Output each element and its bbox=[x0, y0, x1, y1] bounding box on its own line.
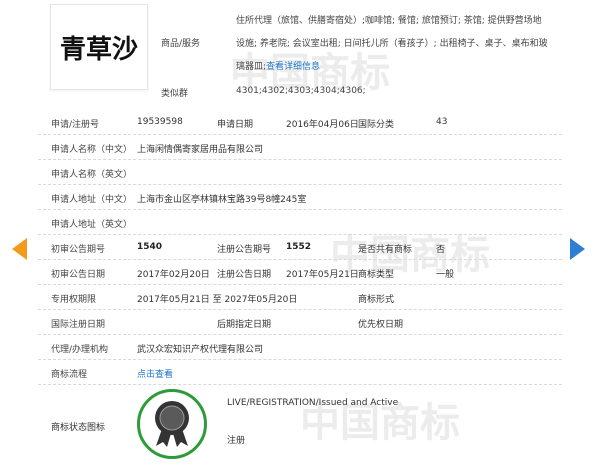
row-process: 商标流程 点击查看 bbox=[38, 360, 562, 385]
prelim-date-label: 初审公告日期 bbox=[51, 270, 106, 280]
status-label: 商标状态图标 bbox=[51, 423, 106, 433]
row-announce-dates: 初审公告日期 2017年02月20日 注册公告日期 2017年05月21日 商标… bbox=[38, 260, 562, 285]
address-cn-label: 申请人地址（中文） bbox=[51, 195, 133, 205]
agent-value: 武汉众宏知识产权代理有限公司 bbox=[137, 345, 264, 355]
reg-date-label: 注册公告日期 bbox=[217, 270, 272, 280]
address-en-label: 申请人地址（英文） bbox=[51, 220, 133, 230]
similar-group-value: 4301;4302;4303;4304;4306; bbox=[236, 86, 366, 96]
row-agent: 代理/办理机构 武汉众宏知识产权代理有限公司 bbox=[38, 335, 562, 360]
exclusive-label: 专用权期限 bbox=[51, 295, 97, 305]
prelim-date-value: 2017年02月20日 bbox=[137, 270, 210, 280]
status-section: 商标状态图标 LIVE/REGISTRATION/Issued and Acti… bbox=[38, 385, 562, 467]
app-date-value: 2016年04月06日 bbox=[286, 120, 359, 130]
reg-no-value: 19539598 bbox=[137, 117, 183, 127]
reg-no-label: 申请/注册号 bbox=[51, 120, 100, 130]
prelim-issue-label: 初审公告期号 bbox=[51, 245, 106, 255]
row-address-en: 申请人地址（英文） bbox=[38, 210, 562, 235]
row-issue-numbers: 初审公告期号 1540 注册公告期号 1552 是否共有商标 否 bbox=[38, 235, 562, 260]
reg-date-value: 2017年05月21日 bbox=[286, 270, 359, 280]
agent-label: 代理/办理机构 bbox=[51, 345, 109, 355]
shared-label: 是否共有商标 bbox=[358, 245, 413, 255]
status-text: LIVE/REGISTRATION/Issued and Active bbox=[227, 398, 399, 408]
applicant-en-label: 申请人名称（英文） bbox=[51, 170, 133, 180]
row-applicant-cn: 申请人名称（中文） 上海闲情偶寄家居用品有限公司 bbox=[38, 135, 562, 160]
goods-label: 商品/服务 bbox=[161, 39, 201, 49]
prelim-issue-value: 1540 bbox=[137, 242, 163, 252]
registered-seal-icon bbox=[137, 389, 207, 459]
tm-form-label: 商标形式 bbox=[358, 295, 395, 305]
view-details-link[interactable]: 查看详细信息 bbox=[266, 62, 320, 72]
intl-reg-date-label: 国际注册日期 bbox=[51, 320, 106, 330]
intl-class-label: 国际分类 bbox=[358, 120, 395, 130]
reg-issue-value: 1552 bbox=[286, 242, 312, 252]
row-address-cn: 申请人地址（中文） 上海市金山区亭林镇林宝路39号8幢245室 bbox=[38, 185, 562, 210]
goods-services-text: 住所代理（旅馆、供膳寄宿处）;咖啡馆; 餐馆; 旅馆预订; 茶馆; 提供野营场地… bbox=[236, 10, 550, 79]
priority-date-label: 优先权日期 bbox=[358, 320, 404, 330]
status-subtext: 注册 bbox=[227, 436, 246, 446]
exclusive-value: 2017年05月21日 至 2027年05月20日 bbox=[137, 295, 298, 305]
applicant-cn-label: 申请人名称（中文） bbox=[51, 145, 133, 155]
similar-group-label: 类似群 bbox=[161, 89, 189, 99]
later-date-label: 后期指定日期 bbox=[217, 320, 272, 330]
reg-issue-label: 注册公告期号 bbox=[217, 245, 272, 255]
intl-class-value: 43 bbox=[436, 117, 448, 127]
tm-type-label: 商标类型 bbox=[358, 270, 395, 280]
address-cn-value: 上海市金山区亭林镇林宝路39号8幢245室 bbox=[137, 195, 307, 205]
shared-value: 否 bbox=[436, 245, 446, 255]
row-intl-dates: 国际注册日期 后期指定日期 优先权日期 bbox=[38, 310, 562, 335]
trademark-header: 青草沙 商品/服务 住所代理（旅馆、供膳寄宿处）;咖啡馆; 餐馆; 旅馆预订; … bbox=[38, 0, 562, 110]
process-link[interactable]: 点击查看 bbox=[137, 367, 173, 380]
row-applicant-en: 申请人名称（英文） bbox=[38, 160, 562, 185]
tm-type-value: 一般 bbox=[436, 270, 455, 280]
row-exclusive-period: 专用权期限 2017年05月21日 至 2027年05月20日 商标形式 bbox=[38, 285, 562, 310]
prev-record-arrow-icon[interactable] bbox=[12, 238, 27, 260]
next-record-arrow-icon[interactable] bbox=[570, 238, 585, 260]
app-date-label: 申请日期 bbox=[217, 120, 254, 130]
trademark-detail: 青草沙 商品/服务 住所代理（旅馆、供膳寄宿处）;咖啡馆; 餐馆; 旅馆预订; … bbox=[38, 0, 562, 467]
row-registration: 申请/注册号 19539598 申请日期 2016年04月06日 国际分类 43 bbox=[38, 110, 562, 135]
applicant-cn-value: 上海闲情偶寄家居用品有限公司 bbox=[137, 145, 264, 155]
process-label: 商标流程 bbox=[51, 370, 88, 380]
trademark-image: 青草沙 bbox=[50, 4, 148, 90]
